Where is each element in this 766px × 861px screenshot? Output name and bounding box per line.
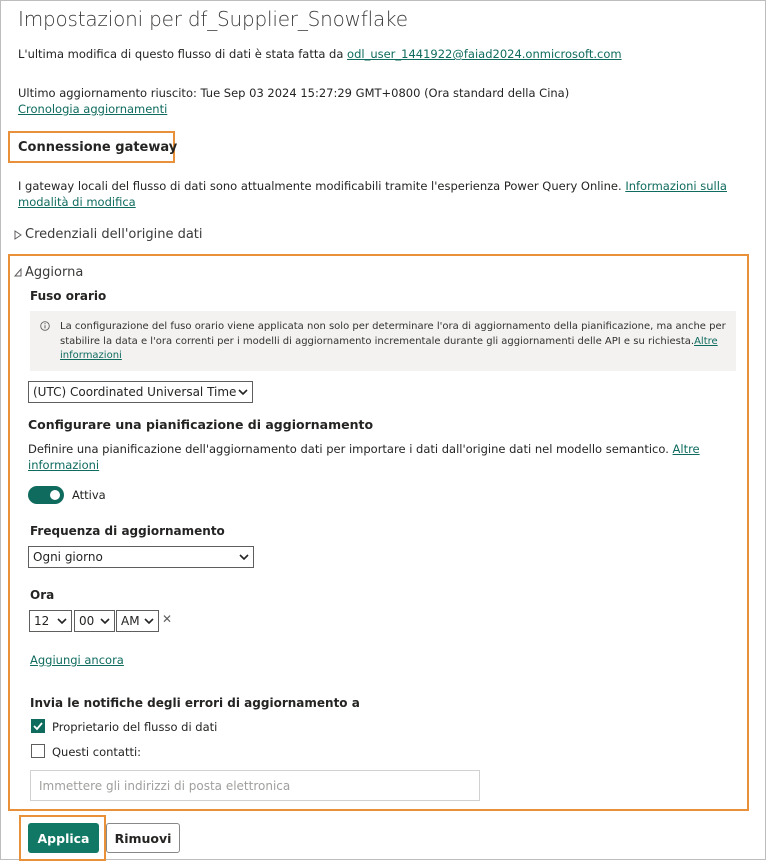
- refresh-history-link[interactable]: Cronologia aggiornamenti: [18, 102, 167, 116]
- gateway-description-text: I gateway locali del flusso di dati sono…: [18, 179, 626, 193]
- hour-select[interactable]: 12: [29, 610, 72, 632]
- contacts-checkbox[interactable]: [31, 744, 45, 758]
- email-input[interactable]: Immettere gli indirizzi di posta elettro…: [30, 770, 480, 801]
- checkmark-icon: [33, 722, 43, 731]
- add-time-link[interactable]: Aggiungi ancora: [30, 653, 124, 667]
- apply-button[interactable]: Applica: [28, 823, 99, 853]
- remove-button[interactable]: Rimuovi: [106, 823, 180, 853]
- credentials-label: Credenziali dell'origine dati: [25, 227, 203, 242]
- last-modified-user-link[interactable]: odl_user_1441922@faiad2024.onmicrosoft.c…: [347, 47, 622, 61]
- hour-value: 12: [34, 614, 50, 628]
- chevron-down-icon: [144, 618, 154, 625]
- timezone-info-link-cont[interactable]: informazioni: [60, 350, 122, 361]
- chevron-down-icon: [57, 618, 67, 625]
- last-refresh-text: Ultimo aggiornamento riuscito: Tue Sep 0…: [18, 86, 570, 100]
- refresh-label: Aggiorna: [25, 265, 84, 280]
- timezone-info-link[interactable]: Altre: [694, 336, 718, 347]
- info-line-2: stabilire la data e l'ora correnti per i…: [60, 335, 695, 347]
- timezone-label: Fuso orario: [30, 289, 107, 303]
- timezone-value: (UTC) Coordinated Universal Time: [33, 385, 237, 399]
- schedule-info-link-cont[interactable]: informazioni: [28, 458, 99, 472]
- toggle-label: Attiva: [72, 488, 106, 502]
- frequency-value: Ogni giorno: [33, 550, 103, 564]
- last-modified-text: L'ultima modifica di questo flusso di da…: [18, 47, 348, 61]
- caret-right-icon: [14, 229, 22, 240]
- owner-checkbox[interactable]: [31, 719, 45, 733]
- edit-mode-info-link-cont[interactable]: modalità di modifica: [18, 195, 136, 209]
- credentials-expander[interactable]: Credenziali dell'origine dati: [14, 227, 203, 242]
- contacts-checkbox-label: Questi contatti:: [52, 745, 142, 759]
- frequency-label: Frequenza di aggiornamento: [30, 524, 225, 538]
- ampm-select[interactable]: AM: [116, 610, 159, 632]
- gateway-description: I gateway locali del flusso di dati sono…: [18, 178, 738, 210]
- toggle-knob: [50, 490, 60, 500]
- ampm-value: AM: [121, 614, 140, 628]
- page-title: Impostazioni per df_Supplier_Snowflake: [18, 7, 408, 31]
- time-label: Ora: [30, 588, 55, 602]
- last-modified-line: L'ultima modifica di questo flusso di da…: [18, 47, 622, 61]
- remove-time-icon[interactable]: ✕: [162, 612, 172, 626]
- owner-checkbox-label: Proprietario del flusso di dati: [52, 720, 218, 734]
- schedule-toggle[interactable]: [28, 486, 64, 504]
- chevron-down-icon: [100, 618, 110, 625]
- schedule-info-link[interactable]: Altre: [673, 442, 700, 456]
- info-icon: [40, 321, 50, 331]
- refresh-expander[interactable]: Aggiorna: [14, 265, 83, 280]
- minute-select[interactable]: 00: [74, 610, 115, 632]
- info-line-1: La configurazione del fuso orario viene …: [60, 321, 726, 332]
- timezone-select[interactable]: (UTC) Coordinated Universal Time: [28, 381, 253, 403]
- minute-value: 00: [79, 614, 95, 628]
- schedule-description: Definire una pianificazione dell'aggiorn…: [28, 441, 728, 473]
- frequency-select[interactable]: Ogni giorno: [28, 546, 254, 568]
- chevron-down-icon: [239, 554, 249, 561]
- timezone-info-box: La configurazione del fuso orario viene …: [30, 311, 736, 371]
- caret-down-icon: [14, 267, 22, 276]
- notifications-title: Invia le notifiche degli errori di aggio…: [30, 696, 360, 710]
- chevron-down-icon: [238, 389, 248, 396]
- timezone-info-text: La configurazione del fuso orario viene …: [60, 320, 726, 364]
- schedule-desc-text: Definire una pianificazione dell'aggiorn…: [28, 442, 673, 456]
- schedule-title: Configurare una pianificazione di aggior…: [28, 417, 374, 432]
- gateway-section-title: Connessione gateway: [18, 140, 178, 155]
- edit-mode-info-link[interactable]: Informazioni sulla: [625, 179, 727, 193]
